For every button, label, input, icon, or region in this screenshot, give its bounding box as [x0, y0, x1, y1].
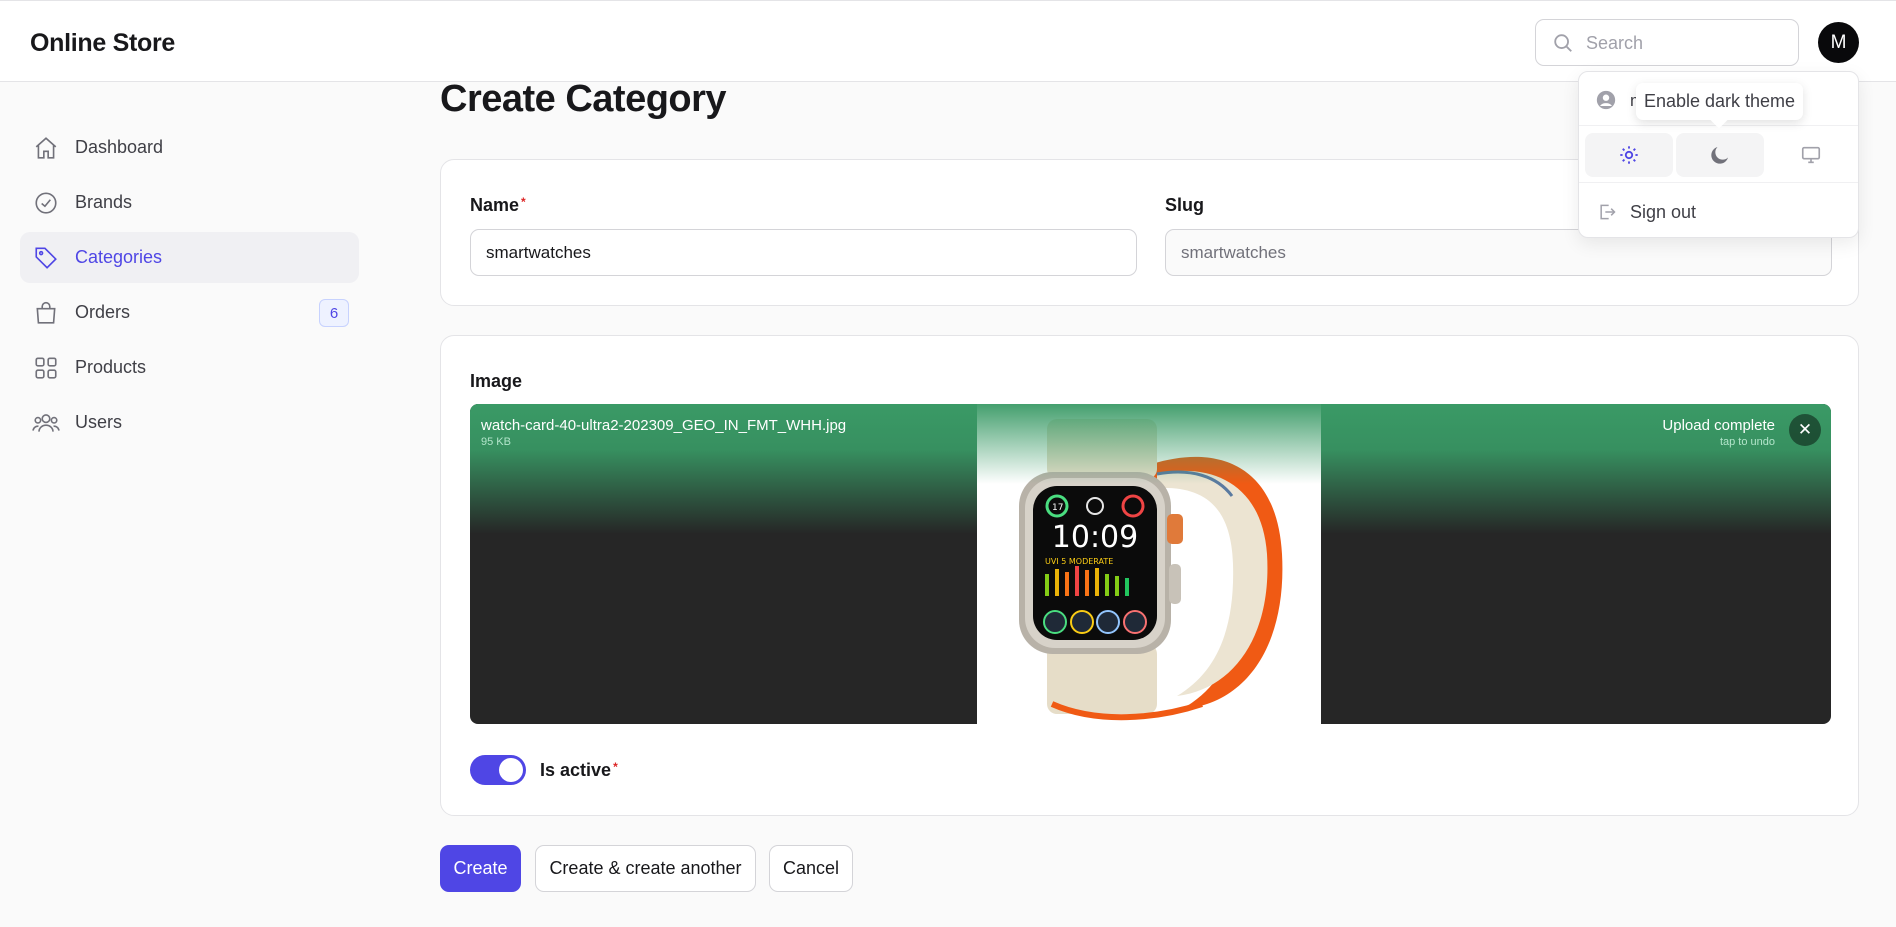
top-bar: Online Store M: [0, 0, 1896, 82]
avatar[interactable]: M: [1818, 22, 1859, 63]
search-input[interactable]: [1586, 30, 1786, 56]
monitor-icon: [1801, 146, 1821, 164]
is-active-label-text: Is active: [540, 760, 612, 780]
photo-top-fade: [977, 404, 1321, 484]
watch-time: 10:09: [1052, 520, 1138, 555]
theme-switcher: [1579, 127, 1858, 183]
sign-out-item[interactable]: Sign out: [1579, 184, 1858, 238]
shopping-bag-icon: [32, 299, 60, 327]
name-field-value: smartwatches: [486, 242, 591, 262]
is-active-toggle[interactable]: [470, 755, 526, 785]
create-button[interactable]: Create: [440, 845, 521, 892]
page-title: Create Category: [440, 78, 727, 120]
name-label-text: Name: [470, 195, 520, 215]
sidebar-item-label: Products: [75, 357, 147, 377]
tag-icon: [32, 244, 60, 272]
moon-icon: [1711, 147, 1728, 164]
image-label: Image: [470, 371, 523, 391]
name-field[interactable]: smartwatches: [470, 229, 1137, 276]
sidebar-item-categories[interactable]: Categories: [20, 232, 359, 283]
light-theme-button[interactable]: [1585, 133, 1673, 177]
undo-hint[interactable]: tap to undo: [1720, 436, 1775, 448]
squares-icon: [32, 354, 60, 382]
search-box[interactable]: [1535, 19, 1799, 66]
sidebar-item-users[interactable]: Users: [20, 397, 359, 448]
sidebar-item-label: Dashboard: [75, 137, 164, 157]
sidebar-item-brands[interactable]: Brands: [20, 177, 359, 228]
users-icon: [32, 409, 60, 437]
upload-status: Upload complete: [1662, 417, 1775, 434]
orders-count-badge: 6: [319, 299, 349, 327]
image-upload-preview[interactable]: 17 10:09 UVI 5 MODERATE watch-card-40-ul…: [470, 404, 1831, 724]
required-mark: *: [521, 195, 526, 209]
app-title[interactable]: Online Store: [30, 29, 175, 58]
watch-complication: UVI 5 MODERATE: [1045, 557, 1113, 566]
sidebar-item-label: Categories: [75, 247, 163, 267]
user-circle-icon: [1596, 90, 1616, 110]
sign-out-label: Sign out: [1630, 202, 1697, 222]
system-theme-button[interactable]: [1767, 133, 1855, 177]
create-another-button[interactable]: Create & create another: [535, 845, 756, 892]
search-icon: [1554, 34, 1572, 52]
slug-label: Slug: [1165, 195, 1204, 215]
sign-out-icon: [1600, 204, 1616, 220]
home-icon: [32, 134, 60, 162]
image-section: Image 17 10:09 UVI 5 MODERATE watch-card…: [440, 335, 1859, 816]
sidebar-item-products[interactable]: Products: [20, 342, 359, 393]
sidebar-item-orders[interactable]: Orders 6: [20, 287, 359, 338]
uploaded-image: 17 10:09 UVI 5 MODERATE: [977, 404, 1321, 724]
required-mark: *: [613, 760, 618, 774]
sidebar-item-label: Orders: [75, 302, 131, 322]
is-active-label: Is active *: [540, 760, 618, 781]
toggle-knob: [499, 758, 523, 782]
file-size: 95 KB: [481, 436, 511, 448]
sidebar-item-label: Brands: [75, 192, 133, 212]
slug-field-value: smartwatches: [1181, 242, 1286, 262]
sidebar-item-label: Users: [75, 412, 123, 432]
sidebar-item-dashboard[interactable]: Dashboard: [20, 122, 359, 173]
remove-file-button[interactable]: ✕: [1789, 414, 1821, 446]
sun-icon: [1620, 146, 1638, 164]
watch-complication-number: 17: [1052, 503, 1063, 513]
dark-theme-tooltip: Enable dark theme: [1636, 83, 1803, 120]
name-label: Name *: [470, 195, 526, 216]
cancel-button[interactable]: Cancel: [769, 845, 853, 892]
file-name: watch-card-40-ultra2-202309_GEO_IN_FMT_W…: [481, 417, 847, 434]
check-badge-icon: [32, 189, 60, 217]
dark-theme-button[interactable]: [1676, 133, 1764, 177]
sidebar: Dashboard Brands Categories Orders 6 Pro…: [20, 122, 359, 452]
